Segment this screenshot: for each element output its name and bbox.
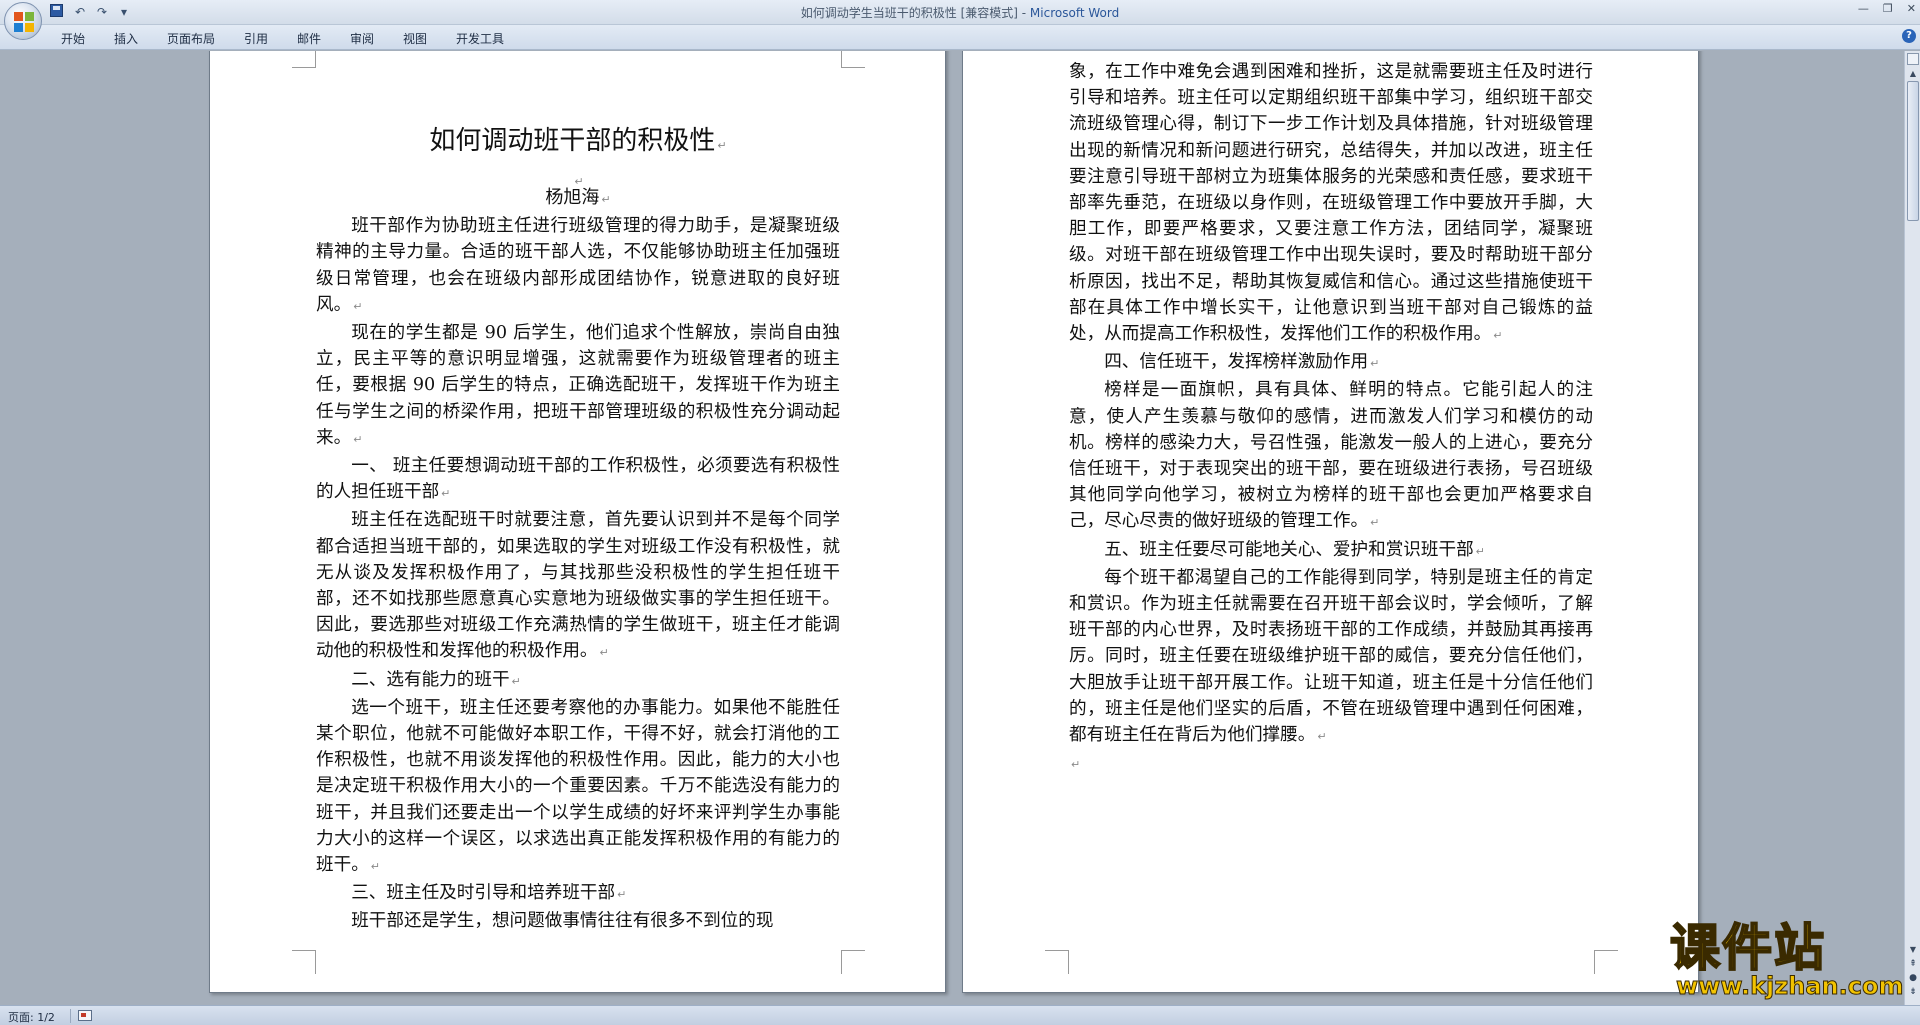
crop-mark xyxy=(841,950,865,974)
page-count-status[interactable]: 页面: 1/2 xyxy=(8,1009,55,1025)
app-name: Microsoft Word xyxy=(1029,6,1120,20)
help-icon[interactable]: ? xyxy=(1902,29,1916,43)
crop-mark xyxy=(841,51,865,68)
title-bar: ↶ ↷ ▾ 如何调动学生当班干的积极性 [兼容模式] - Microsoft W… xyxy=(0,0,1920,25)
empty-paragraph: ↵ xyxy=(1071,758,1081,772)
paragraph: 榜样是一面旗帜，具有具体、鲜明的特点。它能引起人的注意，使人产生羡慕与敬仰的感情… xyxy=(1069,380,1593,532)
status-divider xyxy=(70,1009,71,1023)
crop-mark xyxy=(292,950,316,974)
page-2[interactable]: 象，在工作中难免会遇到困难和挫折，这是就需要班主任及时进行引导和培养。班主任可以… xyxy=(962,51,1699,993)
section-heading: 二、选有能力的班干 ↵ xyxy=(351,669,521,690)
crop-mark xyxy=(1045,950,1069,974)
tab-home[interactable]: 开始 xyxy=(61,30,85,47)
section-heading: 五、班主任要尽可能地关心、爱护和赏识班干部 ↵ xyxy=(1104,539,1485,560)
paragraph: 现在的学生都是 90 后学生，他们追求个性解放，崇尚自由独立，民主平等的意识明显… xyxy=(316,323,840,448)
section-heading: 一、 班主任要想调动班干部的工作积极性，必须要选有积极性的人担任班干部 ↵ xyxy=(316,456,840,503)
paragraph: 每个班干都渴望自己的工作能得到同学，特别是班主任的肯定和赏识。作为班主任就需要在… xyxy=(1069,567,1593,746)
watermark-cn-text: 课件站 xyxy=(1669,919,1826,977)
proofing-status-icon[interactable] xyxy=(78,1010,92,1021)
window-controls: — ❐ ✕ xyxy=(1858,2,1916,15)
tab-review[interactable]: 审阅 xyxy=(350,30,374,47)
crop-mark xyxy=(292,51,316,68)
tab-view[interactable]: 视图 xyxy=(403,30,427,47)
section-heading: 四、信任班干，发挥榜样激励作用 ↵ xyxy=(1104,352,1380,373)
empty-paragraph: ↵ xyxy=(574,175,584,188)
document-author: 杨旭海 ↵ xyxy=(545,187,611,208)
page-1-text: 如何调动班干部的积极性 ↵ ↵ 杨旭海 ↵ 班干部作为协助班主任进行班级管理的得力助… xyxy=(316,124,840,935)
close-icon[interactable]: ✕ xyxy=(1907,2,1916,15)
document-area[interactable]: 如何调动班干部的积极性 ↵ ↵ 杨旭海 ↵ 班干部作为协助班主任进行班级管理的得力助… xyxy=(0,51,1904,1005)
minimize-icon[interactable]: — xyxy=(1858,2,1869,15)
office-button[interactable] xyxy=(4,2,42,40)
crop-mark xyxy=(1594,950,1618,974)
section-heading: 三、班主任及时引导和培养班干部 ↵ xyxy=(351,883,627,904)
ribbon-tabs: 开始 插入 页面布局 引用 邮件 审阅 视图 开发工具 ? xyxy=(0,25,1920,50)
watermark-logo: 课件站 www.kjzhan.com xyxy=(1669,919,1910,1001)
document-title-text: 如何调动学生当班干的积极性 [兼容模式] - xyxy=(800,6,1030,20)
window-title: 如何调动学生当班干的积极性 [兼容模式] - Microsoft Word xyxy=(0,4,1920,21)
tab-page-layout[interactable]: 页面布局 xyxy=(167,30,215,47)
view-ruler-icon[interactable] xyxy=(1907,53,1919,65)
vertical-scrollbar[interactable]: ▲ ▼ ⇞ ● ⇟ xyxy=(1904,51,1920,1005)
maximize-icon[interactable]: ❐ xyxy=(1883,2,1893,15)
tab-developer[interactable]: 开发工具 xyxy=(456,30,504,47)
paragraph: 班干部还是学生，想问题做事情往往有很多不到位的现 xyxy=(351,911,774,932)
tab-references[interactable]: 引用 xyxy=(244,30,268,47)
paragraph: 班主任在选配班干时就要注意，首先要认识到并不是每个同学都合适担当班干部的，如果选… xyxy=(316,510,840,662)
scroll-up-icon[interactable]: ▲ xyxy=(1905,67,1920,81)
office-logo-icon xyxy=(14,12,34,32)
scrollbar-thumb[interactable] xyxy=(1907,81,1919,221)
tab-mailings[interactable]: 邮件 xyxy=(297,30,321,47)
page-1[interactable]: 如何调动班干部的积极性 ↵ ↵ 杨旭海 ↵ 班干部作为协助班主任进行班级管理的得力助… xyxy=(209,51,946,993)
paragraph: 象，在工作中难免会遇到困难和挫折，这是就需要班主任及时进行引导和培养。班主任可以… xyxy=(1069,62,1593,345)
status-bar: 页面: 1/2 xyxy=(0,1005,1920,1025)
paragraph: 选一个班干，班主任还要考察他的办事能力。如果他不能胜任某个职位，他就不可能做好本… xyxy=(316,697,840,876)
page-2-text: 象，在工作中难免会遇到困难和挫折，这是就需要班主任及时进行引导和培养。班主任可以… xyxy=(1069,59,1593,778)
document-title: 如何调动班干部的积极性 ↵ xyxy=(429,126,727,156)
paragraph: 班干部作为协助班主任进行班级管理的得力助手，是凝聚班级精神的主导力量。合适的班干… xyxy=(316,216,840,315)
watermark-url-text: www.kjzhan.com xyxy=(1675,972,1904,1001)
tab-insert[interactable]: 插入 xyxy=(114,30,138,47)
